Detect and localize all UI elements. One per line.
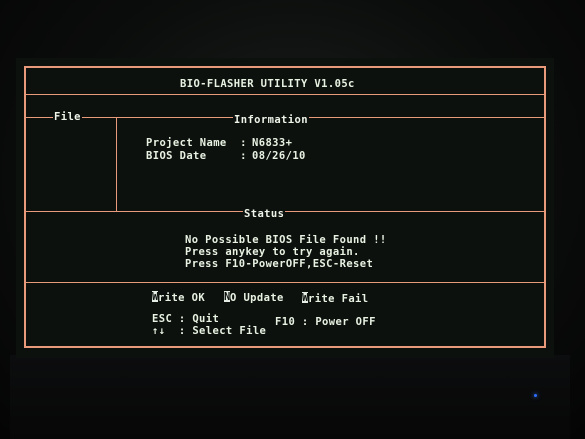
window-title: BIO-FLASHER UTILITY V1.05c	[180, 78, 355, 90]
legend-write-fail: Write Fail	[302, 292, 369, 305]
legend-write-ok: Write OK	[152, 291, 205, 304]
bios-date-value: 08/26/10	[252, 150, 306, 162]
no-update-label: O Update	[230, 292, 284, 304]
file-list[interactable]	[27, 122, 115, 209]
key-hint-arrows: ↑↓ : Select File	[152, 325, 267, 337]
status-message-1: No Possible BIOS File Found !!	[185, 234, 387, 246]
status-panel-label: Status	[243, 208, 286, 220]
project-name-label: Project Name :	[146, 137, 247, 149]
write-ok-label: rite OK	[158, 292, 206, 304]
title-divider	[25, 94, 545, 95]
key-hint-f10: F10 : Power OFF	[275, 316, 376, 328]
project-name-value: N6833+	[252, 137, 293, 149]
footer-divider	[25, 282, 545, 283]
bios-date-label: BIOS Date :	[146, 150, 247, 162]
power-led-icon	[534, 394, 537, 397]
information-panel-label: Information	[233, 114, 309, 126]
monitor-bezel	[10, 355, 570, 439]
legend-no-update: NO Update	[224, 291, 284, 304]
file-info-divider	[116, 118, 117, 211]
status-message-2: Press anykey to try again.	[185, 246, 360, 258]
status-message-3: Press F10-PowerOFF,ESC-Reset	[185, 258, 374, 270]
write-fail-label: rite Fail	[308, 293, 369, 305]
key-hint-esc: ESC : Quit	[152, 313, 220, 325]
